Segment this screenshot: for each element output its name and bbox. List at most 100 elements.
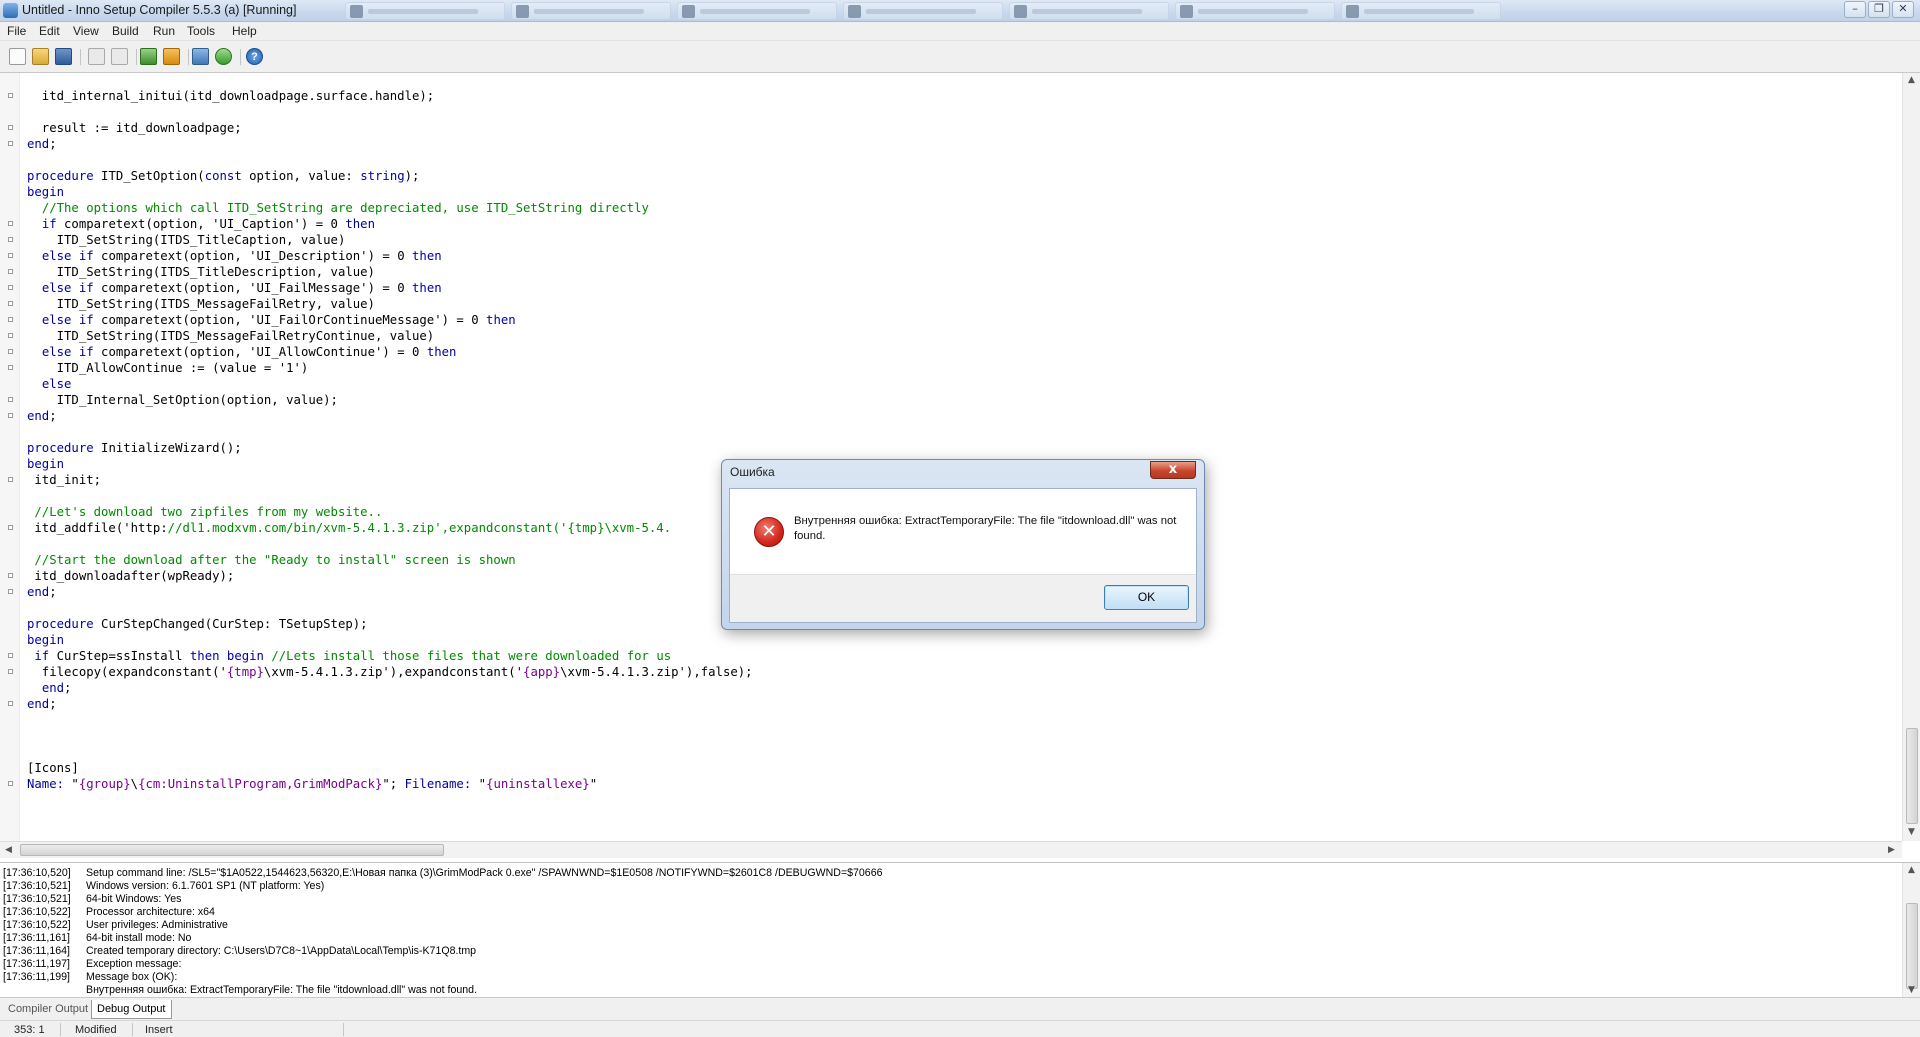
toolbar-separator xyxy=(80,49,81,65)
code-line[interactable]: //The options which call ITD_SetString a… xyxy=(27,200,649,216)
debug-output-panel[interactable]: [17:36:10,520] Setup command line: /SL5="… xyxy=(0,862,1920,998)
help-icon[interactable]: ? xyxy=(246,48,263,65)
fold-marker-icon[interactable] xyxy=(8,141,13,146)
code-line[interactable]: ITD_SetString(ITDS_MessageFailRetry, val… xyxy=(27,296,375,312)
fold-marker-icon[interactable] xyxy=(8,125,13,130)
scroll-down-arrow-icon[interactable]: ▼ xyxy=(1908,827,1915,837)
code-area[interactable]: itd_internal_initui(itd_downloadpage.sur… xyxy=(27,88,1887,828)
code-line[interactable]: procedure ITD_SetOption(const option, va… xyxy=(27,168,419,184)
tab-debug-output[interactable]: Debug Output xyxy=(91,1000,172,1019)
code-line[interactable]: ITD_Internal_SetOption(option, value); xyxy=(27,392,338,408)
code-line[interactable]: itd_init; xyxy=(27,472,101,488)
code-line[interactable]: //Let's download two zipfiles from my we… xyxy=(27,504,382,520)
dialog-close-button[interactable]: x xyxy=(1150,461,1196,479)
fold-marker-icon[interactable] xyxy=(8,589,13,594)
save-icon[interactable] xyxy=(55,48,72,65)
fold-marker-icon[interactable] xyxy=(8,285,13,290)
tab-compiler-output[interactable]: Compiler Output xyxy=(3,1000,93,1019)
code-line[interactable]: procedure InitializeWizard(); xyxy=(27,440,242,456)
editor-horizontal-scrollbar[interactable]: ◀ ▶ xyxy=(0,841,1902,858)
code-line[interactable]: else xyxy=(27,376,72,392)
fold-marker-icon[interactable] xyxy=(8,669,13,674)
code-line[interactable]: else if comparetext(option, 'UI_FailMess… xyxy=(27,280,442,296)
fold-marker-icon[interactable] xyxy=(8,237,13,242)
scroll-up-arrow-icon[interactable]: ▲ xyxy=(1908,865,1915,875)
run-icon[interactable] xyxy=(140,48,157,65)
fold-marker-icon[interactable] xyxy=(8,253,13,258)
menu-edit[interactable]: Edit xyxy=(39,24,60,38)
minimize-button[interactable]: – xyxy=(1844,1,1866,18)
maximize-button[interactable]: ❐ xyxy=(1868,1,1890,18)
code-line[interactable]: procedure CurStepChanged(CurStep: TSetup… xyxy=(27,616,368,632)
fold-marker-icon[interactable] xyxy=(8,93,13,98)
scroll-left-arrow-icon[interactable]: ◀ xyxy=(5,845,12,855)
code-line[interactable]: ITD_SetString(ITDS_TitleCaption, value) xyxy=(27,232,346,248)
code-line[interactable]: itd_downloadafter(wpReady); xyxy=(27,568,234,584)
refresh-icon[interactable] xyxy=(215,48,232,65)
scroll-up-arrow-icon[interactable]: ▲ xyxy=(1908,75,1915,85)
fold-marker-icon[interactable] xyxy=(8,781,13,786)
ok-button[interactable]: OK xyxy=(1104,585,1189,610)
menu-build[interactable]: Build xyxy=(112,24,139,38)
code-line[interactable]: ITD_SetString(ITDS_TitleDescription, val… xyxy=(27,264,375,280)
menu-help[interactable]: Help xyxy=(232,24,257,38)
editor-vertical-scrollbar[interactable]: ▲ ▼ xyxy=(1902,73,1920,841)
fold-marker-icon[interactable] xyxy=(8,317,13,322)
code-line[interactable]: //Start the download after the "Ready to… xyxy=(27,552,515,568)
code-line[interactable]: end; xyxy=(27,696,57,712)
fold-marker-icon[interactable] xyxy=(8,653,13,658)
editor-vertical-scroll-thumb[interactable] xyxy=(1906,728,1918,824)
fold-marker-icon[interactable] xyxy=(8,413,13,418)
fold-marker-icon[interactable] xyxy=(8,477,13,482)
menu-file[interactable]: File xyxy=(7,24,26,38)
debug-scroll-thumb[interactable] xyxy=(1906,903,1918,989)
code-line[interactable]: end; xyxy=(27,408,57,424)
fold-marker-icon[interactable] xyxy=(8,301,13,306)
code-line[interactable]: else if comparetext(option, 'UI_AllowCon… xyxy=(27,344,457,360)
log-line: [17:36:10,520] Setup command line: /SL5="… xyxy=(3,867,1893,880)
stop-compile-icon[interactable] xyxy=(111,48,128,65)
code-line[interactable]: if comparetext(option, 'UI_Caption') = 0… xyxy=(27,216,375,232)
code-line[interactable]: begin xyxy=(27,632,64,648)
code-line[interactable]: result := itd_downloadpage; xyxy=(27,120,242,136)
debug-vertical-scrollbar[interactable]: ▲ ▼ xyxy=(1902,863,1920,998)
menu-tools[interactable]: Tools xyxy=(187,24,215,38)
fold-marker-icon[interactable] xyxy=(8,397,13,402)
editor-horizontal-scroll-thumb[interactable] xyxy=(20,844,444,856)
fold-marker-icon[interactable] xyxy=(8,365,13,370)
new-file-icon[interactable] xyxy=(9,48,26,65)
pause-icon[interactable] xyxy=(163,48,180,65)
code-line[interactable]: if CurStep=ssInstall then begin //Lets i… xyxy=(27,648,671,664)
code-line[interactable]: else if comparetext(option, 'UI_Descript… xyxy=(27,248,442,264)
fold-marker-icon[interactable] xyxy=(8,573,13,578)
code-line[interactable]: ITD_AllowContinue := (value = '1') xyxy=(27,360,309,376)
fold-marker-icon[interactable] xyxy=(8,221,13,226)
menu-view[interactable]: View xyxy=(73,24,99,38)
code-line[interactable]: end; xyxy=(27,136,57,152)
fold-marker-icon[interactable] xyxy=(8,333,13,338)
code-line[interactable]: [Icons] xyxy=(27,760,79,776)
code-line[interactable]: Name: "{group}\{cm:UninstallProgram,Grim… xyxy=(27,776,597,792)
open-folder-icon[interactable] xyxy=(32,48,49,65)
code-line[interactable]: itd_addfile('http://dl1.modxvm.com/bin/x… xyxy=(27,520,671,536)
code-line[interactable]: ITD_SetString(ITDS_MessageFailRetryConti… xyxy=(27,328,435,344)
log-line: [17:36:11,164] Created temporary director… xyxy=(3,945,1893,958)
fold-marker-icon[interactable] xyxy=(8,349,13,354)
code-editor[interactable]: itd_internal_initui(itd_downloadpage.sur… xyxy=(0,73,1920,841)
code-line[interactable]: begin xyxy=(27,184,64,200)
fold-marker-icon[interactable] xyxy=(8,525,13,530)
code-line[interactable]: end; xyxy=(27,584,57,600)
fold-marker-icon[interactable] xyxy=(8,269,13,274)
code-line[interactable]: begin xyxy=(27,456,64,472)
code-line[interactable]: else if comparetext(option, 'UI_FailOrCo… xyxy=(27,312,516,328)
code-line[interactable]: itd_internal_initui(itd_downloadpage.sur… xyxy=(27,88,434,104)
compile-icon[interactable] xyxy=(88,48,105,65)
menu-run[interactable]: Run xyxy=(153,24,175,38)
target-icon[interactable] xyxy=(192,48,209,65)
close-window-button[interactable]: ✕ xyxy=(1892,1,1914,18)
scroll-down-arrow-icon[interactable]: ▼ xyxy=(1908,985,1915,995)
fold-marker-icon[interactable] xyxy=(8,701,13,706)
code-line[interactable]: filecopy(expandconstant('{tmp}\xvm-5.4.1… xyxy=(27,664,753,680)
code-line[interactable]: end; xyxy=(27,680,72,696)
scroll-right-arrow-icon[interactable]: ▶ xyxy=(1888,845,1895,855)
